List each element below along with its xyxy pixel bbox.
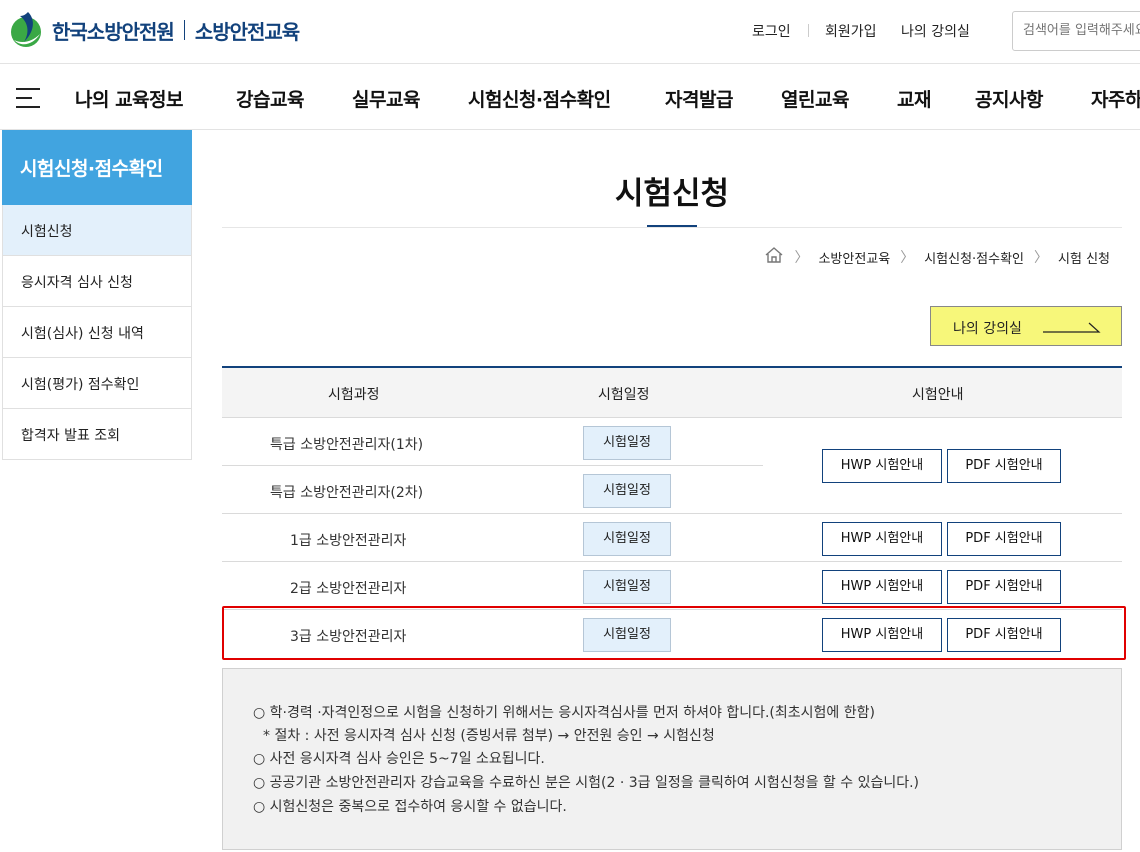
table-header: 시험과정 시험일정 시험안내 [222, 368, 1122, 418]
highlight-box [222, 606, 1126, 660]
arrow-right-icon [1043, 322, 1101, 333]
nav-certificate[interactable]: 자격발급 [665, 85, 733, 112]
chevron-right-icon: 〉 [794, 250, 809, 266]
my-lecture-button-label: 나의 강의실 [953, 321, 1022, 337]
notice-line: ○ 공공기관 소방안전관리자 강습교육을 수료하신 분은 시험(2 · 3급 일… [253, 775, 919, 791]
search-box[interactable] [1012, 11, 1140, 51]
schedule-button[interactable]: 시험일정 [583, 426, 671, 460]
nav-faq[interactable]: 자주하 [1091, 85, 1140, 112]
hwp-guide-button[interactable]: HWP 시험안내 [822, 522, 942, 556]
main-navigation: 나의 교육정보 강습교육 실무교육 시험신청·점수확인 자격발급 열린교육 교재… [0, 64, 1140, 130]
pdf-guide-button[interactable]: PDF 시험안내 [947, 570, 1061, 604]
schedule-button[interactable]: 시험일정 [583, 570, 671, 604]
notice-line: ○ 사전 응시자격 심사 승인은 5~7일 소요됩니다. [253, 751, 545, 767]
top-header: 한국소방안전원 소방안전교육 로그인 회원가입 나의 강의실 [0, 0, 1140, 64]
nav-notice[interactable]: 공지사항 [975, 85, 1043, 112]
notice-line: ○ 학·경력 ·자격인정으로 시험을 신청하기 위해서는 응시자격심사를 먼저 … [253, 705, 875, 721]
notice-line: * 절차 : 사전 응시자격 심사 신청 (증빙서류 첨부) → 안전원 승인 … [263, 728, 715, 744]
sidebar-item-pass-lookup[interactable]: 합격자 발표 조회 [2, 409, 192, 460]
notice-line: ○ 시험신청은 중복으로 접수하여 응시할 수 없습니다. [253, 799, 567, 815]
page-title: 시험신청 [614, 176, 730, 212]
course-name: 특급 소방안전관리자(1차) [270, 437, 424, 453]
nav-my-education[interactable]: 나의 교육정보 [75, 85, 184, 112]
util-divider [808, 24, 809, 37]
nav-lecture-education[interactable]: 강습교육 [236, 85, 304, 112]
pdf-guide-button[interactable]: PDF 시험안내 [947, 449, 1061, 483]
header-course: 시험과정 [328, 387, 380, 403]
logo-subtitle: 소방안전교육 [194, 19, 300, 44]
schedule-button[interactable]: 시험일정 [583, 474, 671, 508]
logo-name: 한국소방안전원 [52, 19, 175, 44]
sidebar-item-qualification-review[interactable]: 응시자격 심사 신청 [2, 256, 192, 307]
my-lecture-link[interactable]: 나의 강의실 [901, 21, 970, 41]
sidebar-item-exam-application[interactable]: 시험신청 [2, 205, 192, 256]
schedule-button[interactable]: 시험일정 [583, 522, 671, 556]
course-name: 2급 소방안전관리자 [290, 581, 407, 597]
logo-emblem-icon [6, 10, 46, 50]
hwp-guide-button[interactable]: HWP 시험안내 [822, 570, 942, 604]
breadcrumb-item[interactable]: 시험신청·점수확인 [924, 248, 1024, 267]
course-name: 특급 소방안전관리자(2차) [270, 485, 424, 501]
pdf-guide-button[interactable]: PDF 시험안내 [947, 522, 1061, 556]
search-input[interactable] [1023, 23, 1140, 38]
hamburger-icon[interactable] [16, 88, 40, 108]
row-divider [222, 465, 763, 466]
title-divider [222, 227, 1122, 228]
nav-open-education[interactable]: 열린교육 [781, 85, 849, 112]
header-schedule: 시험일정 [598, 387, 650, 403]
header-guide: 시험안내 [912, 387, 964, 403]
sidebar-title: 시험신청·점수확인 [2, 130, 192, 205]
sidebar: 시험신청·점수확인 시험신청 응시자격 심사 신청 시험(심사) 신청 내역 시… [2, 130, 192, 460]
logo-divider [183, 20, 185, 40]
nav-practical-education[interactable]: 실무교육 [352, 85, 420, 112]
notice-box: ○ 학·경력 ·자격인정으로 시험을 신청하기 위해서는 응시자격심사를 먼저 … [222, 668, 1122, 850]
breadcrumb: 〉 소방안전교육 〉 시험신청·점수확인 〉 시험 신청 [764, 247, 1110, 267]
course-name: 1급 소방안전관리자 [290, 533, 407, 549]
nav-exam-application[interactable]: 시험신청·점수확인 [468, 85, 611, 112]
home-icon[interactable] [764, 247, 784, 267]
nav-textbook[interactable]: 교재 [897, 85, 931, 112]
row-divider [222, 561, 1122, 562]
chevron-right-icon: 〉 [1034, 250, 1049, 266]
sidebar-item-score-check[interactable]: 시험(평가) 점수확인 [2, 358, 192, 409]
sidebar-item-application-history[interactable]: 시험(심사) 신청 내역 [2, 307, 192, 358]
hwp-guide-button[interactable]: HWP 시험안내 [822, 449, 942, 483]
site-logo[interactable]: 한국소방안전원 소방안전교육 [6, 10, 300, 50]
my-lecture-button[interactable]: 나의 강의실 [930, 306, 1122, 346]
breadcrumb-current: 시험 신청 [1058, 251, 1110, 267]
row-divider [222, 513, 1122, 514]
signup-link[interactable]: 회원가입 [825, 21, 877, 41]
chevron-right-icon: 〉 [900, 250, 915, 266]
login-link[interactable]: 로그인 [752, 21, 791, 41]
breadcrumb-item[interactable]: 소방안전교육 [818, 248, 890, 267]
